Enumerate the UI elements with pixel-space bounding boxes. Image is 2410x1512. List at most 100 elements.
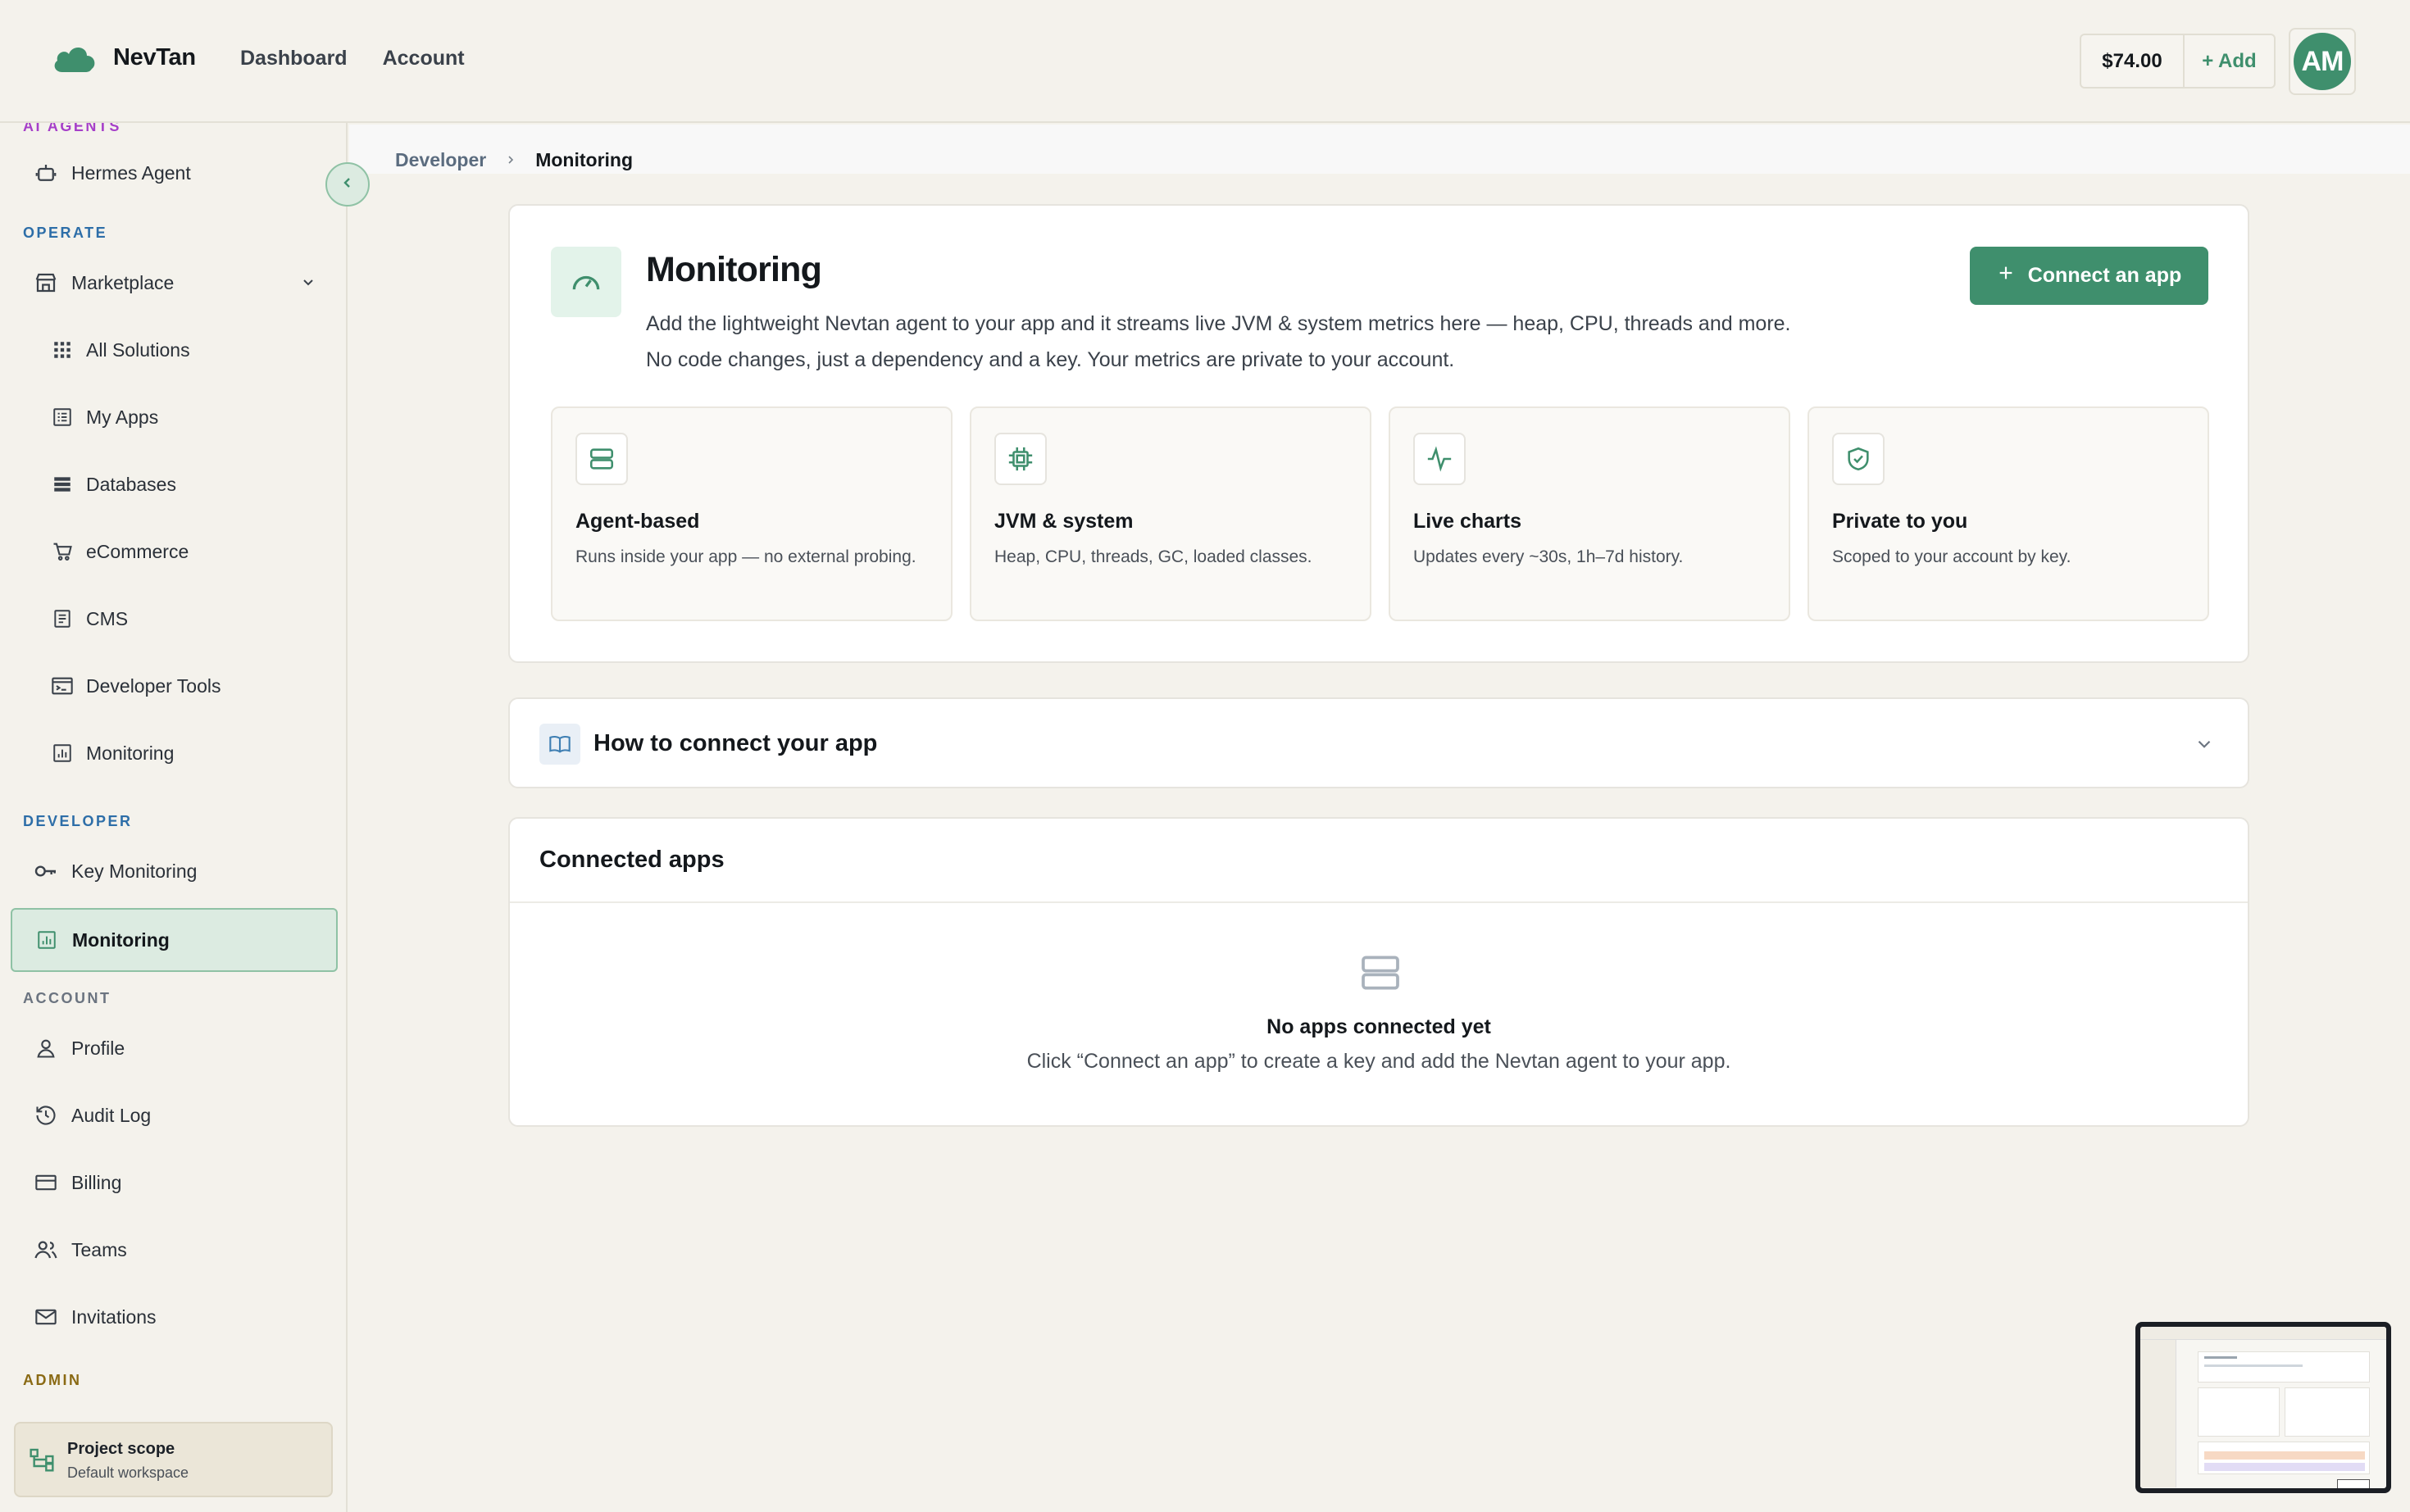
- feature-title: JVM & system: [994, 510, 1134, 533]
- screen-preview-thumbnail[interactable]: [2135, 1322, 2391, 1493]
- sidebar-item-cms[interactable]: CMS: [11, 590, 336, 647]
- top-bar: NevTan Dashboard Account $74.00 + Add AM: [0, 0, 2410, 123]
- page-description: Add the lightweight Nevtan agent to your…: [646, 312, 1791, 371]
- bar-chart-icon: [48, 739, 76, 767]
- grid-icon: [48, 336, 76, 364]
- empty-state-hint: Click “Connect an app” to create a key a…: [1026, 1050, 1731, 1073]
- how-to-connect-title: How to connect your app: [593, 730, 878, 756]
- sidebar-item-billing[interactable]: Billing: [11, 1154, 336, 1211]
- sidebar-item-label: Developer Tools: [86, 674, 221, 697]
- feature-title: Agent-based: [575, 510, 700, 533]
- project-scope-title: Project scope: [67, 1440, 175, 1458]
- feature-card-agent-based: Agent-based Runs inside your app — no ex…: [551, 406, 953, 621]
- sidebar-item-label: Monitoring: [72, 929, 170, 951]
- project-scope-subtitle: Default workspace: [67, 1464, 189, 1481]
- feature-card-private: Private to you Scoped to your account by…: [1808, 406, 2209, 621]
- sidebar-item-monitoring[interactable]: Monitoring: [11, 908, 338, 972]
- feature-title: Private to you: [1832, 510, 1968, 533]
- empty-state-title: No apps connected yet: [1266, 1015, 1491, 1038]
- connect-app-button[interactable]: Connect an app: [1970, 247, 2208, 305]
- cpu-icon: [994, 433, 1047, 485]
- how-to-connect-accordion[interactable]: How to connect your app: [508, 697, 2249, 788]
- chevron-right-icon: [504, 149, 517, 171]
- sidebar-item-monitoring-sub[interactable]: Monitoring: [11, 724, 336, 782]
- section-admin: ADMIN: [23, 1372, 82, 1388]
- balance-amount: $74.00: [2081, 35, 2185, 87]
- breadcrumb-developer[interactable]: Developer: [395, 149, 486, 171]
- shield-check-icon: [1832, 433, 1885, 485]
- sidebar-item-all-solutions[interactable]: All Solutions: [11, 321, 336, 379]
- sidebar-item-label: Audit Log: [71, 1104, 152, 1126]
- sidebar-item-label: eCommerce: [86, 540, 189, 562]
- screen-preview-image: [2140, 1327, 2386, 1488]
- plus-icon: [1997, 264, 2015, 288]
- monitoring-intro-card: Monitoring Add the lightweight Nevtan ag…: [508, 204, 2249, 663]
- brand-name: NevTan: [113, 43, 196, 70]
- connected-apps-card: Connected apps No apps connected yet Cli…: [508, 817, 2249, 1127]
- avatar-button[interactable]: AM: [2289, 28, 2356, 95]
- feature-desc: Runs inside your app — no external probi…: [575, 547, 916, 566]
- breadcrumb: Developer Monitoring: [395, 149, 633, 171]
- brand[interactable]: NevTan: [51, 41, 196, 74]
- section-account: ACCOUNT: [23, 990, 111, 1006]
- sidebar-item-label: Monitoring: [86, 742, 175, 764]
- section-operate: OPERATE: [23, 225, 108, 241]
- sidebar-item-label: Invitations: [71, 1305, 157, 1328]
- sidebar-item-hermes-agent[interactable]: Hermes Agent: [11, 144, 336, 202]
- cloud-logo-icon: [51, 41, 98, 74]
- sidebar: AI AGENTS Hermes Agent OPERATE Marketpla…: [0, 123, 348, 1512]
- list-icon: [48, 403, 76, 431]
- sidebar-item-marketplace[interactable]: Marketplace: [11, 254, 336, 311]
- database-icon: [48, 470, 76, 498]
- user-icon: [32, 1034, 60, 1062]
- nav-account[interactable]: Account: [383, 47, 465, 70]
- connect-app-label: Connect an app: [2027, 264, 2182, 287]
- collapse-sidebar-button[interactable]: [325, 162, 370, 207]
- sidebar-item-invitations[interactable]: Invitations: [11, 1288, 336, 1346]
- sidebar-item-label: Profile: [71, 1037, 125, 1059]
- sidebar-item-databases[interactable]: Databases: [11, 456, 336, 513]
- sidebar-item-key-monitoring[interactable]: Key Monitoring: [11, 842, 336, 900]
- sidebar-item-label: All Solutions: [86, 338, 190, 361]
- cart-icon: [48, 538, 76, 565]
- feature-desc: Updates every ~30s, 1h–7d history.: [1413, 547, 1684, 566]
- feature-desc: Scoped to your account by key.: [1832, 547, 2071, 566]
- credit-card-icon: [32, 1169, 60, 1196]
- balance-box: $74.00 + Add: [2080, 34, 2276, 89]
- feature-desc: Heap, CPU, threads, GC, loaded classes.: [994, 547, 1312, 566]
- sidebar-item-label: Marketplace: [71, 271, 175, 293]
- terminal-icon: [48, 672, 76, 700]
- nav-dashboard[interactable]: Dashboard: [240, 47, 348, 70]
- sidebar-item-audit-log[interactable]: Audit Log: [11, 1087, 336, 1144]
- sidebar-item-label: Key Monitoring: [71, 860, 198, 882]
- users-icon: [32, 1236, 60, 1264]
- section-ai-agents: AI AGENTS: [23, 123, 121, 134]
- sidebar-item-label: CMS: [86, 607, 129, 629]
- project-scope-selector[interactable]: Project scope Default workspace: [14, 1422, 333, 1497]
- sidebar-item-label: Databases: [86, 473, 176, 495]
- feature-card-jvm-system: JVM & system Heap, CPU, threads, GC, loa…: [970, 406, 1371, 621]
- robot-icon: [32, 159, 60, 187]
- sidebar-item-label: Billing: [71, 1171, 122, 1193]
- key-icon: [32, 857, 60, 885]
- mail-icon: [32, 1303, 60, 1331]
- bar-chart-icon: [33, 926, 61, 954]
- store-icon: [32, 269, 60, 297]
- add-funds-button[interactable]: + Add: [2185, 35, 2274, 87]
- sidebar-item-label: Teams: [71, 1238, 127, 1260]
- sidebar-item-profile[interactable]: Profile: [11, 1019, 336, 1077]
- sidebar-item-developer-tools[interactable]: Developer Tools: [11, 657, 336, 715]
- avatar: AM: [2294, 33, 2351, 90]
- server-icon: [575, 433, 628, 485]
- sidebar-item-teams[interactable]: Teams: [11, 1221, 336, 1278]
- chevron-down-icon[interactable]: [298, 272, 318, 297]
- history-icon: [32, 1101, 60, 1129]
- breadcrumb-bar: Developer Monitoring: [349, 125, 2410, 174]
- sidebar-item-my-apps[interactable]: My Apps: [11, 388, 336, 446]
- server-icon: [1357, 950, 1403, 1000]
- sidebar-item-ecommerce[interactable]: eCommerce: [11, 523, 336, 580]
- chevron-down-icon[interactable]: [2194, 733, 2215, 759]
- activity-icon: [1413, 433, 1466, 485]
- connected-apps-title: Connected apps: [539, 847, 725, 873]
- document-icon: [48, 605, 76, 633]
